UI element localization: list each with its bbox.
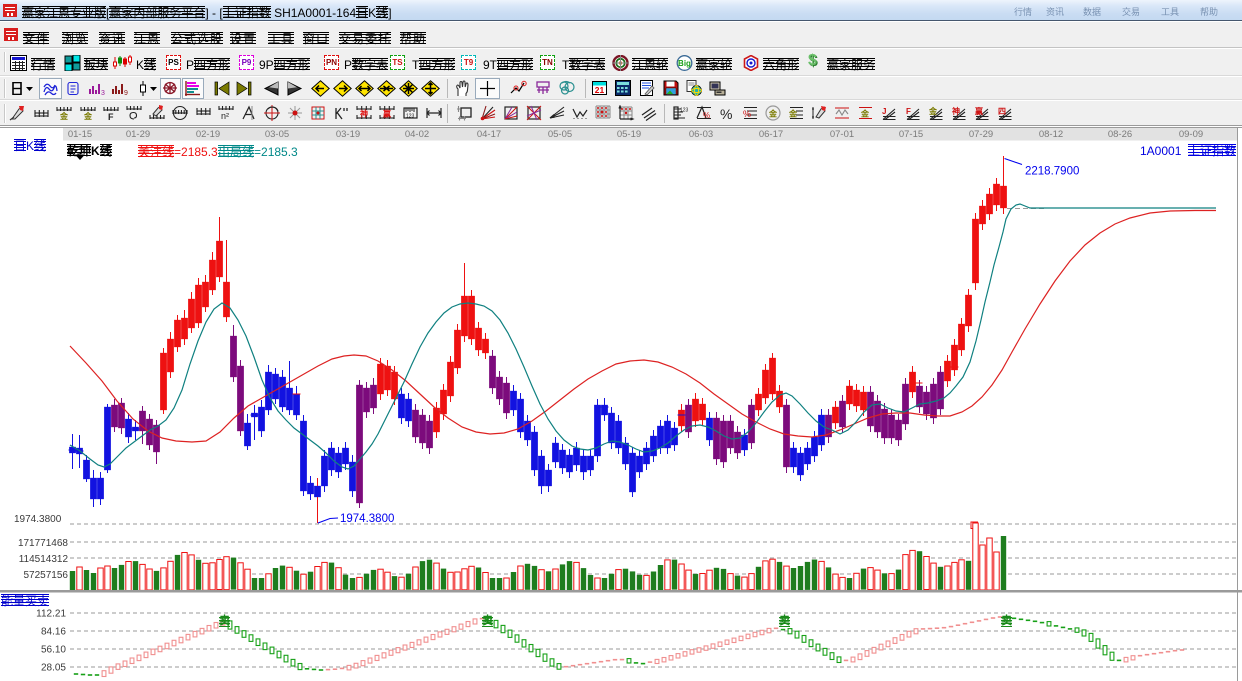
svg-text:金: 金	[788, 109, 798, 119]
svg-text:四: 四	[998, 107, 1006, 116]
svg-text:07-15: 07-15	[899, 129, 923, 140]
svg-text:07-01: 07-01	[830, 129, 854, 140]
svg-text:01-29: 01-29	[126, 129, 150, 140]
svg-text:3: 3	[101, 90, 105, 96]
svg-text:金: 金	[59, 111, 69, 121]
svg-text:08-26: 08-26	[1108, 129, 1132, 140]
svg-text:03-19: 03-19	[336, 129, 360, 140]
svg-text:04-17: 04-17	[477, 129, 501, 140]
svg-text:06-17: 06-17	[759, 129, 783, 140]
svg-text:金: 金	[860, 109, 870, 119]
svg-text:F: F	[108, 112, 114, 122]
svg-text:123: 123	[680, 108, 689, 114]
svg-text:金: 金	[928, 106, 938, 116]
svg-text:F: F	[906, 107, 911, 116]
svg-text:n²: n²	[221, 111, 229, 121]
svg-text:171771468: 171771468	[18, 538, 68, 549]
svg-text:01-15: 01-15	[68, 129, 92, 140]
svg-text:%: %	[743, 109, 751, 119]
svg-text:05-05: 05-05	[548, 129, 572, 140]
svg-text:赢: 赢	[975, 106, 983, 116]
svg-text:84.16: 84.16	[41, 627, 66, 638]
svg-text:%: %	[703, 111, 710, 120]
svg-text:114514312: 114514312	[19, 554, 69, 565]
svg-text:03-05: 03-05	[265, 129, 289, 140]
svg-text:09-09: 09-09	[1179, 129, 1203, 140]
svg-text:金: 金	[768, 109, 778, 119]
svg-text:06-03: 06-03	[689, 129, 713, 140]
svg-text:1974.3800: 1974.3800	[14, 514, 62, 525]
svg-text:112.21: 112.21	[36, 609, 66, 620]
svg-text:神: 神	[952, 106, 960, 116]
svg-text:J: J	[882, 107, 886, 116]
svg-text:神: 神	[360, 109, 368, 119]
svg-text:123: 123	[406, 114, 415, 120]
svg-text:9: 9	[124, 90, 128, 96]
svg-text:04-02: 04-02	[405, 129, 429, 140]
svg-text:56.10: 56.10	[41, 645, 66, 656]
svg-text:02-19: 02-19	[196, 129, 220, 140]
svg-text:2218.7900: 2218.7900	[1025, 166, 1079, 178]
svg-text:21: 21	[595, 85, 605, 95]
svg-text:28.05: 28.05	[41, 663, 66, 674]
svg-text:1974.3800: 1974.3800	[340, 513, 394, 525]
svg-text:金: 金	[83, 111, 93, 121]
svg-text:%: %	[720, 106, 732, 122]
svg-text:07-29: 07-29	[969, 129, 993, 140]
svg-text:Big: Big	[678, 59, 691, 68]
svg-text:08-12: 08-12	[1039, 129, 1063, 140]
svg-text:57257156: 57257156	[24, 570, 69, 581]
svg-text:赢: 赢	[383, 109, 391, 119]
svg-text:05-19: 05-19	[617, 129, 641, 140]
